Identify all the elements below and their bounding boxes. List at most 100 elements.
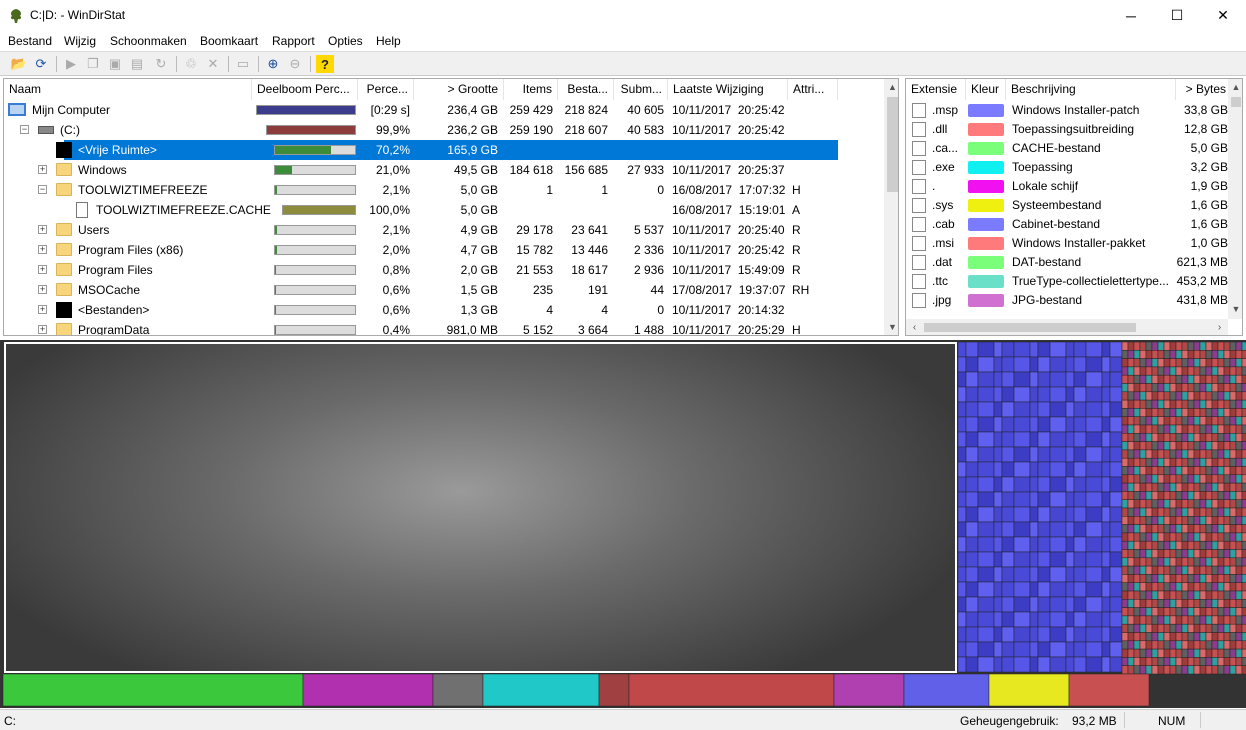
treemap-tile[interactable]: [1235, 557, 1243, 567]
treemap-tile[interactable]: [1121, 582, 1129, 592]
treemap-tile[interactable]: [1187, 557, 1195, 567]
treemap-tile[interactable]: [977, 386, 995, 403]
treemap-tile[interactable]: [965, 371, 979, 388]
treemap-tile[interactable]: [1235, 632, 1243, 642]
treemap-tile[interactable]: [1193, 540, 1201, 550]
treemap-tile[interactable]: [1217, 532, 1225, 542]
treemap-tile[interactable]: [1223, 665, 1231, 675]
treemap-tile[interactable]: [1211, 374, 1219, 384]
row-name[interactable]: MSOCache: [76, 280, 142, 300]
treemap-tile[interactable]: [1121, 615, 1129, 625]
treemap-tile[interactable]: [1235, 441, 1243, 451]
treemap-tile[interactable]: [1139, 399, 1147, 409]
treemap-tile[interactable]: [1121, 441, 1129, 451]
treemap-tile[interactable]: [1169, 507, 1177, 517]
treemap-tile[interactable]: [1199, 516, 1207, 525]
treemap-tile[interactable]: [965, 641, 979, 658]
treemap-tile[interactable]: [1157, 482, 1165, 492]
treemap-tile[interactable]: [1169, 565, 1177, 575]
treemap-tile[interactable]: [1121, 565, 1129, 575]
treemap-tile[interactable]: [1205, 549, 1213, 559]
scroll-left-icon[interactable]: ‹: [906, 319, 923, 335]
treemap-tile[interactable]: [1145, 599, 1153, 608]
treemap-tile[interactable]: [1217, 383, 1225, 393]
treemap-tile[interactable]: [1187, 648, 1195, 658]
treemap-tile[interactable]: [1029, 656, 1039, 673]
treemap-tile[interactable]: [1181, 540, 1189, 550]
treemap-tile[interactable]: [977, 641, 995, 658]
treemap-tile[interactable]: [1065, 551, 1075, 568]
treemap-tile[interactable]: [1211, 449, 1219, 459]
treemap-tile[interactable]: [1175, 549, 1183, 559]
treemap-tile[interactable]: [1013, 641, 1031, 658]
row-name[interactable]: TOOLWIZTIMEFREEZE.CACHE: [94, 200, 273, 220]
treemap-tile[interactable]: [1193, 491, 1201, 500]
treemap-tile[interactable]: [1223, 540, 1231, 550]
treemap-tile[interactable]: [1229, 599, 1237, 608]
treemap-tile[interactable]: [1211, 516, 1219, 525]
treemap-tile[interactable]: [1163, 665, 1171, 675]
treemap-tile[interactable]: [1235, 615, 1243, 625]
treemap-tile[interactable]: [1163, 474, 1171, 484]
treemap-tile[interactable]: [1109, 386, 1123, 403]
treemap-tile[interactable]: [1169, 590, 1177, 600]
treemap-tile[interactable]: [1139, 607, 1147, 617]
treemap-tile[interactable]: [1001, 431, 1015, 448]
treemap-tile[interactable]: [1163, 399, 1171, 409]
treemap-tile[interactable]: [1199, 599, 1207, 608]
treemap-tile[interactable]: [1109, 341, 1123, 358]
treemap-tile[interactable]: [1223, 341, 1231, 351]
treemap-tile[interactable]: [1175, 590, 1183, 600]
treemap-tile[interactable]: [1151, 424, 1159, 434]
tree-vertical-scrollbar[interactable]: ▲ ▼: [884, 79, 898, 335]
treemap-tile[interactable]: [1205, 358, 1213, 368]
treemap-tile[interactable]: [1139, 441, 1147, 451]
treemap-tile[interactable]: [1157, 383, 1165, 393]
treemap-tile[interactable]: [1073, 521, 1087, 538]
treemap-tile[interactable]: [1199, 549, 1207, 559]
treemap-tile[interactable]: [1049, 506, 1067, 523]
treemap-tile[interactable]: [1163, 433, 1171, 442]
treemap-tile[interactable]: [1139, 499, 1147, 509]
treemap-tile[interactable]: [1199, 640, 1207, 650]
treemap-tile[interactable]: [1211, 607, 1219, 617]
treemap-tile[interactable]: [1121, 549, 1129, 559]
treemap-tile[interactable]: [1121, 640, 1129, 650]
treemap-tile[interactable]: [1109, 566, 1123, 583]
treemap-tile[interactable]: [1175, 374, 1183, 384]
treemap-tile[interactable]: [1223, 457, 1231, 467]
treemap-tile[interactable]: [1223, 499, 1231, 509]
treemap-tile[interactable]: [1229, 499, 1237, 509]
treemap-tile[interactable]: [1013, 611, 1031, 628]
treemap-tile[interactable]: [1223, 474, 1231, 484]
treemap-tile[interactable]: [1229, 632, 1237, 642]
treemap-tile[interactable]: [1085, 476, 1103, 493]
treemap-tile[interactable]: [1127, 507, 1135, 517]
ext-hscroll-thumb[interactable]: [924, 323, 1136, 332]
treemap-tile[interactable]: [1193, 574, 1201, 583]
treemap-tile[interactable]: [1193, 341, 1201, 351]
treemap-tile[interactable]: [1235, 524, 1243, 534]
treemap-tile[interactable]: [1205, 399, 1213, 409]
treemap-tile[interactable]: [1145, 482, 1153, 492]
treemap-tile[interactable]: [1085, 581, 1103, 598]
treemap-tile[interactable]: [1029, 416, 1039, 433]
treemap-tile[interactable]: [1049, 431, 1067, 448]
treemap-tile[interactable]: [1169, 574, 1177, 583]
treemap-tile[interactable]: [1181, 632, 1189, 642]
treemap-tile[interactable]: [1181, 408, 1189, 417]
treemap-tile[interactable]: [1101, 656, 1111, 673]
treemap-tile[interactable]: [1175, 665, 1183, 675]
treemap-tile[interactable]: [1001, 386, 1015, 403]
treemap-tile[interactable]: [1223, 532, 1231, 542]
treemap-tile[interactable]: [1241, 350, 1246, 359]
recycle-icon[interactable]: ♲: [182, 55, 200, 73]
treemap-tile[interactable]: [1121, 524, 1129, 534]
treemap-tile[interactable]: [957, 566, 967, 583]
treemap-tile[interactable]: [1049, 656, 1067, 673]
treemap-tile[interactable]: [1181, 532, 1189, 542]
treemap-tile[interactable]: [1199, 607, 1207, 617]
treemap-tile[interactable]: [1157, 408, 1165, 417]
treemap-tile[interactable]: [1073, 431, 1087, 448]
treemap-tile[interactable]: [1241, 615, 1246, 625]
